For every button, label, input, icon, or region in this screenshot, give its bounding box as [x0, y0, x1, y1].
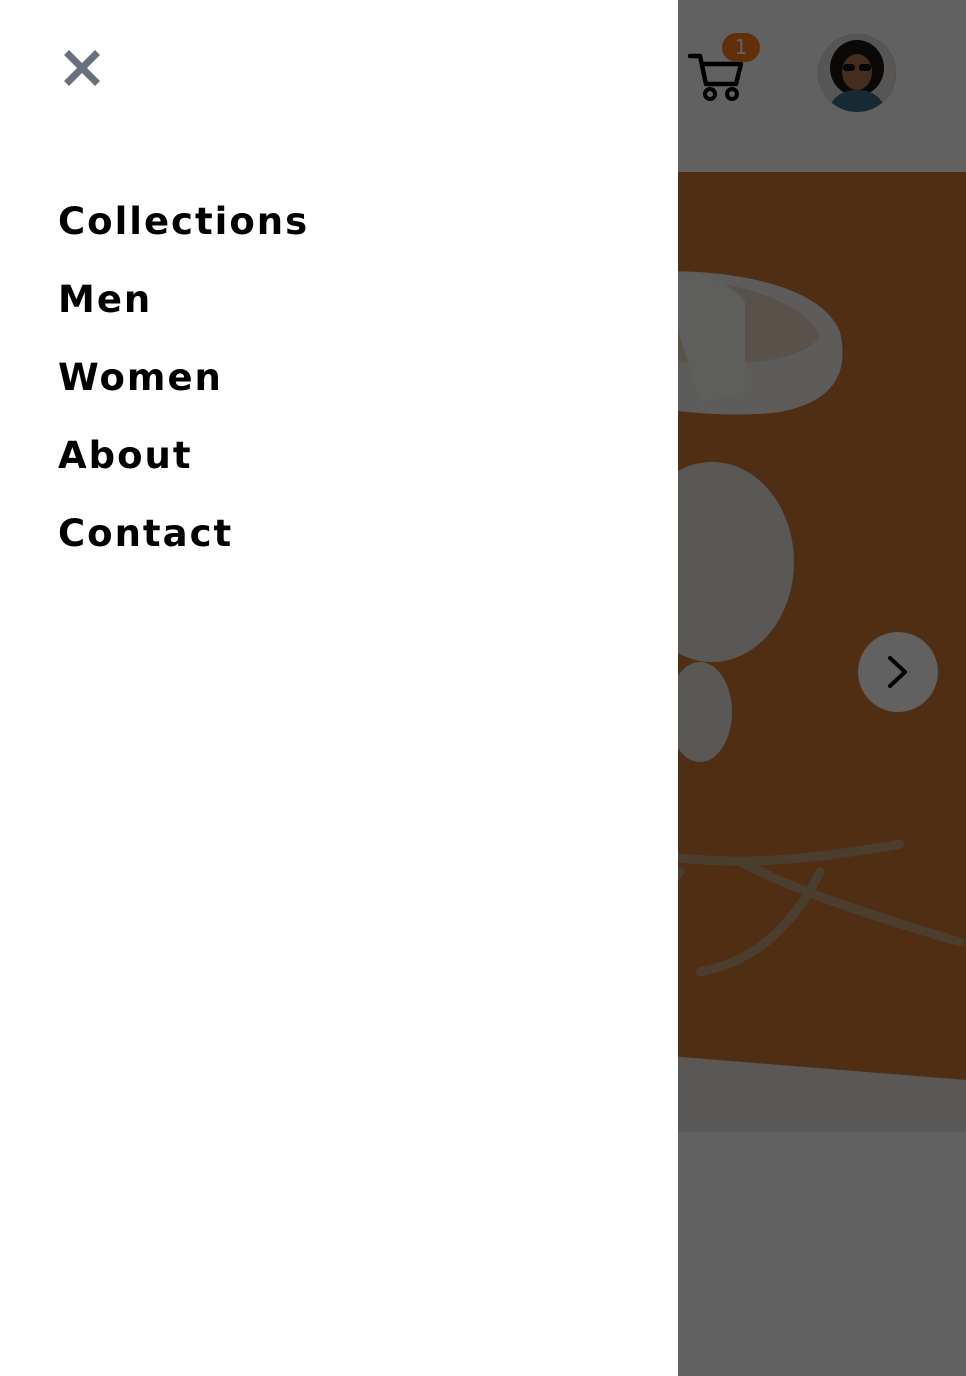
nav-item-men: Men [58, 274, 309, 352]
close-icon [64, 50, 100, 86]
close-menu-button[interactable] [60, 46, 104, 90]
nav-item-women: Women [58, 352, 309, 430]
page: 1 [0, 0, 966, 1376]
drawer-nav: Collections Men Women About Contact [58, 196, 309, 586]
nav-item-about: About [58, 430, 309, 508]
nav-item-contact: Contact [58, 508, 309, 586]
navigation-drawer: Collections Men Women About Contact [0, 0, 678, 1376]
nav-link-men[interactable]: Men [58, 278, 152, 321]
nav-item-collections: Collections [58, 196, 309, 274]
nav-link-women[interactable]: Women [58, 356, 223, 399]
nav-link-collections[interactable]: Collections [58, 200, 309, 243]
nav-link-contact[interactable]: Contact [58, 512, 233, 555]
nav-link-about[interactable]: About [58, 434, 193, 477]
